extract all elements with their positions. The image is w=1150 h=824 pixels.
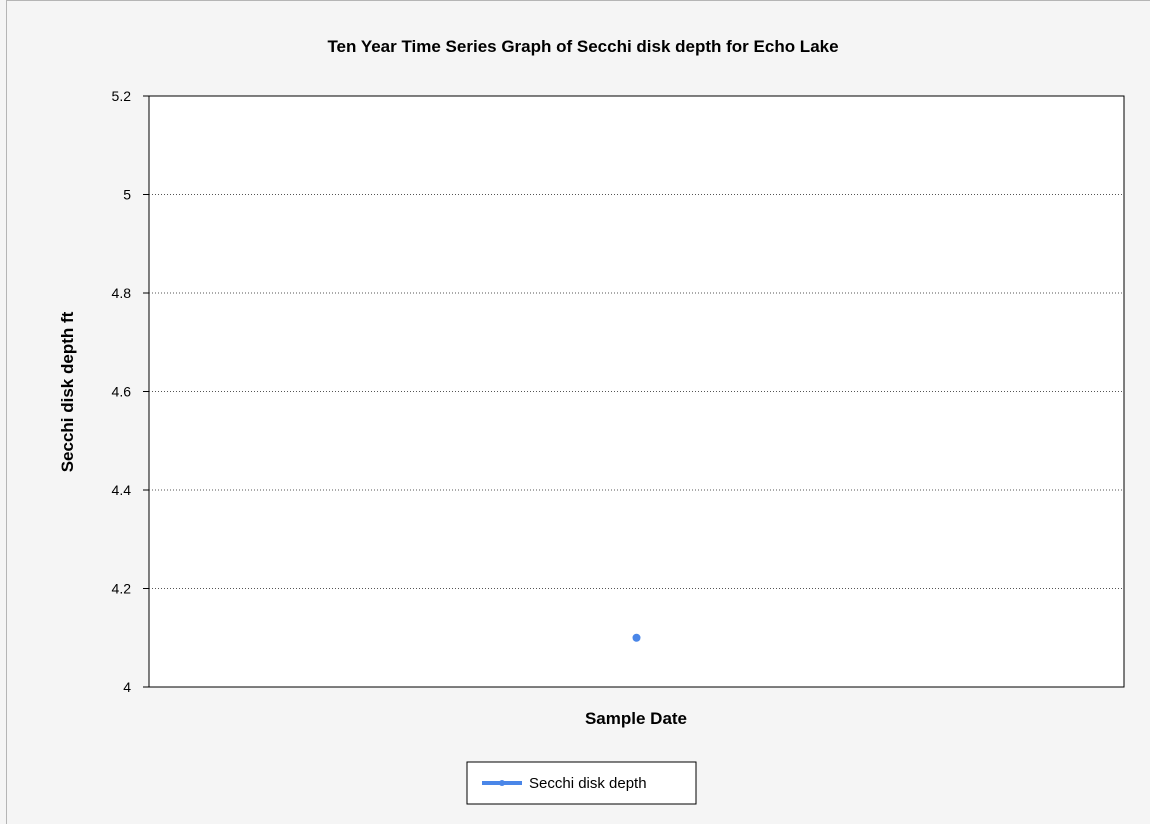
y-axis-ticks: 4 4.2 4.4 4.6 4.8 5 5.2 [112,88,149,695]
chart-title: Ten Year Time Series Graph of Secchi dis… [327,37,838,56]
chart-svg: Ten Year Time Series Graph of Secchi dis… [58,37,1125,805]
y-tick-label: 5 [123,187,131,203]
y-tick-label: 4 [123,679,131,695]
y-tick-label: 5.2 [112,88,132,104]
legend-series-label: Secchi disk depth [529,775,647,792]
y-tick-label: 4.2 [112,581,132,597]
series-points [632,633,641,642]
y-tick-label: 4.8 [112,285,132,301]
legend-series-marker [499,780,505,786]
y-tick-label: 4.6 [112,384,132,400]
y-tick-label: 4.4 [112,482,132,498]
legend: Secchi disk depth [466,761,697,805]
x-axis-label: Sample Date [585,709,687,728]
y-axis-label: Secchi disk depth ft [58,311,77,472]
data-point [632,633,641,642]
